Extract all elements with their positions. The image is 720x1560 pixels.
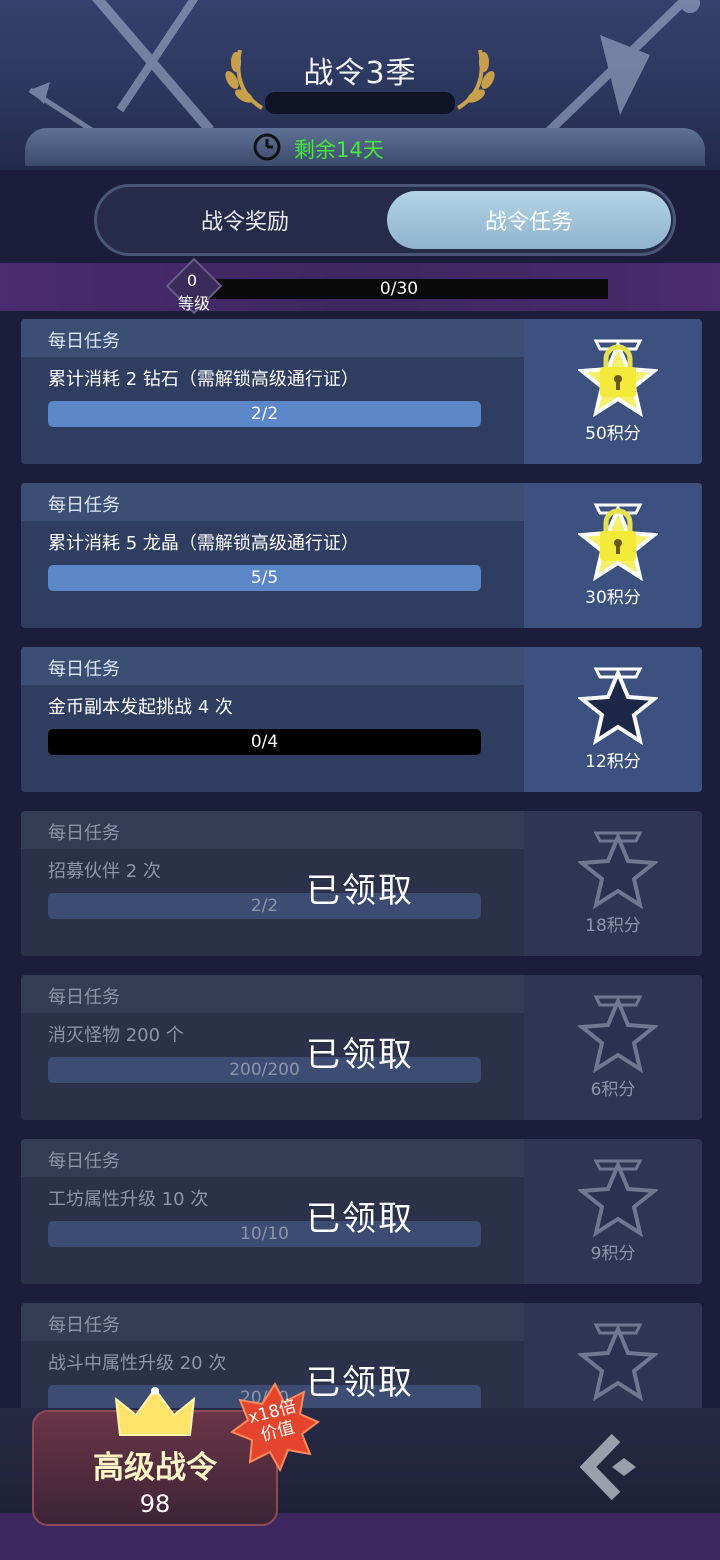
title-plate <box>265 92 455 114</box>
task-points: 9积分 <box>590 1244 636 1264</box>
back-arrow-icon[interactable] <box>580 1432 650 1502</box>
star-icon <box>576 663 660 746</box>
task-points: 18积分 <box>585 916 641 936</box>
task-progress-text: 5/5 <box>250 568 279 588</box>
time-left-text: 剩余14天 <box>294 138 384 162</box>
task-reward-panel[interactable]: 12积分 <box>524 647 702 792</box>
task-card[interactable]: 每日任务招募伙伴 2 次 2/2 18积分 已领取 <box>21 811 702 956</box>
star-icon <box>576 335 660 418</box>
star-icon <box>576 991 660 1074</box>
task-category: 每日任务 <box>48 1151 120 1172</box>
claimed-label: 已领取 <box>306 871 414 911</box>
task-progress-text: 2/2 <box>250 404 279 424</box>
task-description: 工坊属性升级 10 次 <box>48 1189 209 1210</box>
task-card[interactable]: 每日任务金币副本发起挑战 4 次 0/4 12积分 <box>21 647 702 792</box>
task-points: 50积分 <box>585 424 641 444</box>
task-description: 战斗中属性升级 20 次 <box>48 1353 227 1374</box>
task-progress-text: 0/4 <box>250 732 279 752</box>
season-title: 战令3季 <box>303 56 417 91</box>
task-category: 每日任务 <box>48 659 120 680</box>
clock-icon <box>253 133 281 161</box>
task-category: 每日任务 <box>48 495 120 516</box>
task-description: 累计消耗 2 钻石（需解锁高级通行证） <box>48 369 359 390</box>
level-label: 等级 <box>177 294 210 313</box>
task-card[interactable]: 每日任务工坊属性升级 10 次 10/10 9积分 已领取 <box>21 1139 702 1284</box>
level-progress-text: 0/30 <box>379 279 419 299</box>
task-description: 累计消耗 5 龙晶（需解锁高级通行证） <box>48 533 359 554</box>
task-card[interactable]: 每日任务消灭怪物 200 个 200/200 6积分 已领取 <box>21 975 702 1120</box>
task-description: 招募伙伴 2 次 <box>48 861 161 882</box>
claimed-label: 已领取 <box>306 1035 414 1075</box>
task-progress-text: 10/10 <box>240 1224 289 1244</box>
task-reward-panel[interactable]: 50积分 <box>524 319 702 464</box>
task-progress-text: 200/200 <box>229 1060 300 1080</box>
star-icon <box>576 1319 660 1402</box>
task-category: 每日任务 <box>48 987 120 1008</box>
star-icon <box>576 1155 660 1238</box>
task-progress-text: 2/2 <box>250 896 279 916</box>
task-reward-panel[interactable]: 18积分 <box>524 811 702 956</box>
task-points: 12积分 <box>585 752 641 772</box>
task-reward-panel[interactable]: 9积分 <box>524 1139 702 1284</box>
star-icon <box>576 499 660 582</box>
task-category: 每日任务 <box>48 331 120 352</box>
task-description: 消灭怪物 200 个 <box>48 1025 184 1046</box>
tab-tasks[interactable]: 战令任务 <box>387 191 671 249</box>
header-banner: 战令3季 剩余14天 <box>0 0 720 170</box>
task-card[interactable]: 每日任务累计消耗 5 龙晶（需解锁高级通行证） 5/5 30积分 <box>21 483 702 628</box>
claimed-label: 已领取 <box>306 1363 414 1403</box>
task-reward-panel[interactable]: 30积分 <box>524 483 702 628</box>
task-category: 每日任务 <box>48 823 120 844</box>
tab-switcher: 战令奖励 战令任务 <box>94 184 676 256</box>
task-points: 6积分 <box>590 1080 636 1100</box>
task-list[interactable]: 每日任务 累计消耗 2 钻石（需解锁高级通行证） 2/2 50积分 每日任务 累计消耗 5… <box>0 318 720 1408</box>
task-description: 金币副本发起挑战 4 次 <box>48 697 233 718</box>
task-reward-panel[interactable]: 6积分 <box>524 975 702 1120</box>
task-category: 每日任务 <box>48 1315 120 1336</box>
tab-rewards[interactable]: 战令奖励 <box>103 191 387 249</box>
level-value: 0 <box>186 271 198 290</box>
task-points: 30积分 <box>585 588 641 608</box>
task-reward-panel[interactable]: 1积分 <box>524 1303 702 1408</box>
premium-pass-price: 98 <box>139 1490 171 1518</box>
task-card[interactable]: 每日任务累计消耗 2 钻石（需解锁高级通行证） 2/2 50积分 <box>21 319 702 464</box>
crown-icon <box>114 1387 196 1436</box>
claimed-label: 已领取 <box>306 1199 414 1239</box>
star-icon <box>576 827 660 910</box>
